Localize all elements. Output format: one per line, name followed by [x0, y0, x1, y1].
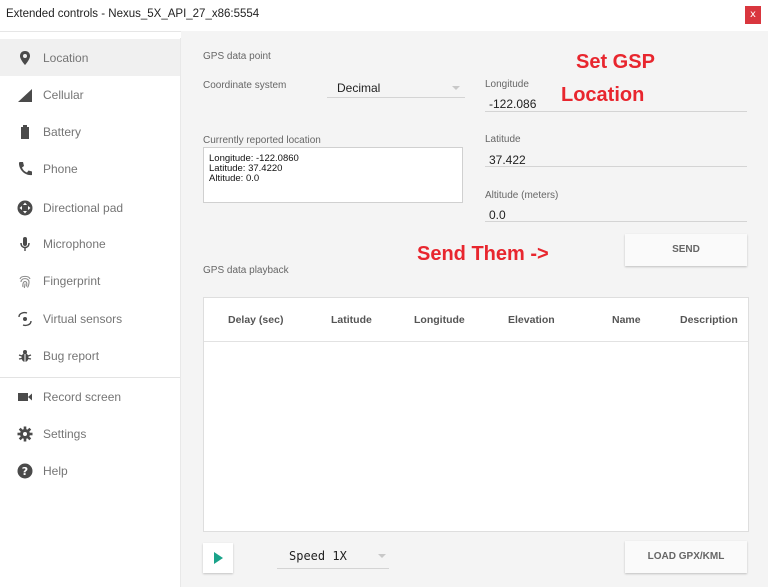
help-icon: ?: [16, 462, 34, 480]
sidebar-item-location[interactable]: Location: [0, 39, 180, 76]
speed-value: Speed 1X: [289, 549, 347, 563]
play-icon: [214, 552, 223, 564]
longitude-label: Longitude: [485, 79, 529, 90]
gps-playback-title: GPS data playback: [203, 265, 289, 276]
sidebar-item-virtual-sensors[interactable]: Virtual sensors: [0, 300, 180, 337]
sidebar-item-label: Location: [43, 51, 89, 65]
sidebar-item-label: Virtual sensors: [43, 312, 123, 326]
playback-table: Delay (sec) Latitude Longitude Elevation…: [203, 297, 749, 532]
sidebar-item-battery[interactable]: Battery: [0, 113, 180, 150]
load-gpx-kml-button[interactable]: LOAD GPX/KML: [625, 541, 747, 573]
coordinate-system-value: Decimal: [337, 81, 381, 95]
altitude-underline: [485, 221, 747, 222]
longitude-input[interactable]: -122.086: [489, 97, 536, 111]
current-location-box: Longitude: -122.0860 Latitude: 37.4220 A…: [203, 147, 463, 203]
svg-text:?: ?: [22, 465, 28, 478]
window-titlebar: Extended controls - Nexus_5X_API_27_x86:…: [0, 0, 768, 32]
sidebar-item-microphone[interactable]: Microphone: [0, 225, 180, 262]
latitude-label: Latitude: [485, 134, 521, 145]
annotation-location: Location: [561, 84, 645, 106]
microphone-icon: [16, 235, 34, 253]
send-button[interactable]: SEND: [625, 234, 747, 266]
sidebar-item-label: Bug report: [43, 349, 100, 363]
battery-icon: [16, 123, 34, 141]
latitude-input[interactable]: 37.422: [489, 153, 526, 167]
chevron-down-icon: [378, 554, 386, 558]
column-longitude: Longitude: [414, 314, 465, 326]
playback-table-header: Delay (sec) Latitude Longitude Elevation…: [204, 298, 748, 342]
annotation-set-gsp: Set GSP: [576, 51, 655, 73]
column-latitude: Latitude: [331, 314, 372, 326]
location-pin-icon: [16, 49, 34, 67]
fingerprint-icon: [16, 272, 34, 290]
virtual-sensors-icon: [16, 310, 34, 328]
coordinate-system-label: Coordinate system: [203, 80, 287, 91]
sidebar-item-label: Cellular: [43, 88, 84, 102]
location-panel: GPS data point Coordinate system Decimal…: [181, 31, 768, 587]
current-location-label: Currently reported location: [203, 135, 321, 146]
sidebar-item-label: Settings: [43, 427, 87, 441]
close-button[interactable]: x: [745, 6, 761, 24]
sidebar: Location Cellular Battery Phone Directio…: [0, 38, 181, 587]
sidebar-item-help[interactable]: ? Help: [0, 452, 180, 489]
coordinate-system-underline: [327, 97, 465, 98]
sidebar-item-label: Microphone: [43, 237, 106, 251]
video-camera-icon: [16, 388, 34, 406]
sidebar-item-phone[interactable]: Phone: [0, 150, 180, 187]
chevron-down-icon: [452, 86, 460, 90]
sidebar-item-label: Battery: [43, 125, 82, 139]
bug-icon: [16, 347, 34, 365]
column-delay: Delay (sec): [228, 314, 284, 326]
directional-pad-icon: [16, 199, 34, 217]
cellular-signal-icon: [16, 86, 34, 104]
sidebar-item-cellular[interactable]: Cellular: [0, 76, 180, 113]
sidebar-item-bug-report[interactable]: Bug report: [0, 337, 180, 374]
sidebar-item-label: Fingerprint: [43, 274, 101, 288]
sidebar-item-label: Record screen: [43, 390, 122, 404]
sidebar-item-label: Phone: [43, 162, 78, 176]
sidebar-item-record-screen[interactable]: Record screen: [0, 378, 180, 415]
sidebar-item-label: Directional pad: [43, 201, 124, 215]
play-button[interactable]: [203, 543, 233, 573]
annotation-send-them: Send Them ->: [417, 243, 549, 265]
column-elevation: Elevation: [508, 314, 555, 326]
window-title: Extended controls - Nexus_5X_API_27_x86:…: [6, 8, 260, 20]
phone-icon: [16, 160, 34, 178]
gear-icon: [16, 425, 34, 443]
column-name: Name: [612, 314, 641, 326]
sidebar-item-label: Help: [43, 464, 68, 478]
longitude-underline: [485, 111, 747, 112]
sidebar-item-directional-pad[interactable]: Directional pad: [0, 189, 180, 226]
altitude-label: Altitude (meters): [485, 190, 559, 201]
gps-data-point-title: GPS data point: [203, 51, 271, 62]
column-description: Description: [680, 314, 738, 326]
sidebar-item-settings[interactable]: Settings: [0, 415, 180, 452]
speed-underline: [277, 568, 389, 569]
sidebar-item-fingerprint[interactable]: Fingerprint: [0, 262, 180, 299]
current-altitude: Altitude: 0.0: [209, 173, 260, 184]
altitude-input[interactable]: 0.0: [489, 208, 506, 222]
latitude-underline: [485, 166, 747, 167]
